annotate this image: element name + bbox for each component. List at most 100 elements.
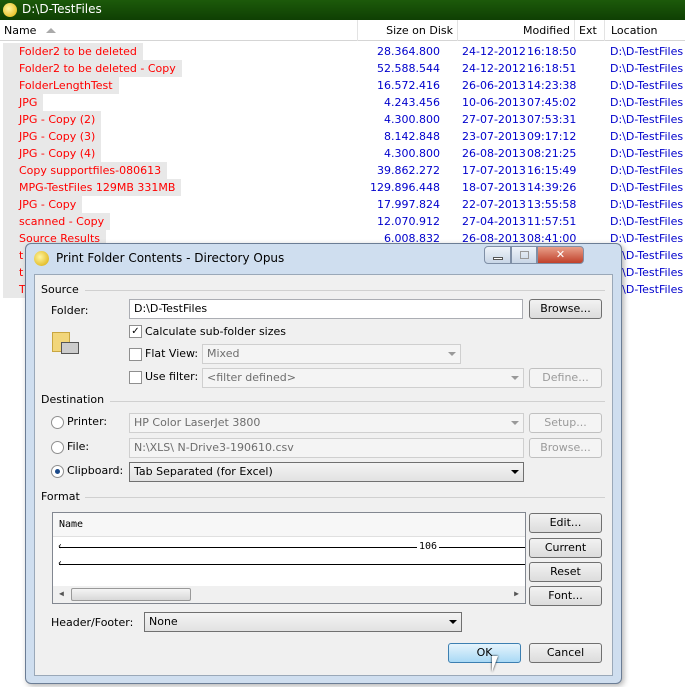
row-name: JPG - Copy (2) [3,111,102,128]
col-name[interactable]: Name [0,20,358,41]
printer-radio[interactable] [51,416,64,429]
row-date: 23-07-2013 [462,130,526,143]
table-row[interactable]: JPG - Copy (2) 4.300.800 27-07-2013 07:53:3… [0,111,685,128]
arrow-left-icon: ‹ [57,558,64,569]
minimize-button[interactable] [484,246,511,264]
col-size[interactable]: Size on Disk [358,20,458,41]
row-date: 18-07-2013 [462,181,526,194]
row-name: MPG-TestFiles 129MB 331MB [3,179,182,196]
column-width-line [59,564,525,565]
folder-app-icon [3,3,17,17]
table-row[interactable]: FolderLengthTest 16.572.416 26-06-2013 14:2… [0,77,685,94]
clipboard-format-select[interactable]: Tab Separated (for Excel) [129,462,524,482]
calc-subfolder-checkbox[interactable]: ✓ [129,325,142,338]
flat-view-label: Flat View: [145,347,199,360]
column-width-value: 106 [417,541,440,552]
chevron-down-icon [449,620,457,624]
cancel-button[interactable]: Cancel [529,643,602,663]
print-folder-dialog: Print Folder Contents - Directory Opus ✕… [25,243,622,684]
browse-folder-button[interactable]: Browse... [529,299,602,319]
calc-subfolder-label: Calculate sub-folder sizes [145,325,287,338]
folder-input[interactable]: D:\D-TestFiles [129,299,523,319]
use-filter-checkbox[interactable] [129,371,142,384]
file-radio[interactable] [51,441,64,454]
divider [110,401,605,402]
window-titlebar: D:\D-TestFiles [0,0,685,20]
row-name: FolderLengthTest [3,77,119,94]
browse-file-button[interactable]: Browse... [529,438,602,458]
filter-select[interactable]: <filter defined> [202,368,524,388]
header-footer-select[interactable]: None [144,612,462,632]
row-size: 4.300.800 [384,147,440,160]
maximize-button[interactable] [511,246,537,264]
scroll-left-icon[interactable]: ◀ [59,589,64,598]
current-button[interactable]: Current [529,538,602,558]
printer-select[interactable]: HP Color LaserJet 3800 [129,413,524,433]
row-time: 14:39:26 [527,181,577,194]
format-heading: Format [41,490,80,503]
reset-button[interactable]: Reset [529,562,602,582]
col-modified[interactable]: Modified [458,20,575,41]
row-date: 22-07-2013 [462,198,526,211]
table-row[interactable]: JPG - Copy (4) 4.300.800 26-08-2013 08:21:2… [0,145,685,162]
row-size: 4.300.800 [384,113,440,126]
table-row[interactable]: Copy supportfiles-080613 39.862.272 17-07-… [0,162,685,179]
row-date: 24-12-2012 [462,62,526,75]
row-size: 39.862.272 [377,164,440,177]
folder-label: Folder: [51,304,89,317]
dialog-title: Print Folder Contents - Directory Opus [56,251,285,265]
dialog-body: Source Folder: D:\D-TestFiles Browse... … [34,274,613,676]
scrollbar-thumb[interactable] [71,588,191,601]
row-location: D:\D-TestFiles [610,45,684,58]
format-preview[interactable]: Name ‹ 106 ‹ ◀ ▶ [52,512,526,604]
table-row[interactable]: scanned - Copy 12.070.912 27-04-2013 11:57:… [0,213,685,230]
row-location: D:\D-TestFiles [610,164,684,177]
clipboard-radio[interactable] [51,465,64,478]
printer-folder-icon [52,330,80,358]
table-row[interactable]: MPG-TestFiles 129MB 331MB 129.896.448 18-0… [0,179,685,196]
row-location: D:\D-TestFiles [610,181,684,194]
row-date: 27-04-2013 [462,215,526,228]
column-header: Name Size on Disk Modified Ext Location [0,20,685,41]
font-button[interactable]: Font... [529,586,602,606]
col-location[interactable]: Location [605,20,685,41]
row-name: scanned - Copy [3,213,111,230]
divider [85,497,605,498]
edit-button[interactable]: Edit... [529,513,602,533]
table-row[interactable]: JPG - Copy (3) 8.142.848 23-07-2013 09:17:1… [0,128,685,145]
chevron-down-icon [511,421,519,425]
printer-value: HP Color LaserJet 3800 [134,416,261,429]
row-size: 129.896.448 [370,181,440,194]
row-time: 07:45:02 [527,96,577,109]
arrow-left-icon: ‹ [57,541,64,552]
row-location: D:\D-TestFiles [610,147,684,160]
header-footer-label: Header/Footer: [51,616,134,629]
file-input[interactable]: N:\XLS\ N-Drive3-190610.csv [129,438,524,458]
table-row[interactable]: JPG 4.243.456 10-06-2013 07:45:02 D:\D-TestF… [0,94,685,111]
define-button[interactable]: Define... [529,368,602,388]
row-size: 16.572.416 [377,79,440,92]
chevron-down-icon [448,352,456,356]
col-name-label: Name [4,24,37,37]
ok-button[interactable]: OK [448,643,521,663]
flat-view-select[interactable]: Mixed [202,344,461,364]
table-row[interactable]: JPG - Copy 17.997.824 22-07-2013 13:55:58 D:… [0,196,685,213]
row-size: 52.588.544 [377,62,440,75]
clipboard-format-value: Tab Separated (for Excel) [134,465,273,478]
printer-label: Printer: [67,415,108,428]
row-name: JPG - Copy (3) [3,128,102,145]
row-location: D:\D-TestFiles [610,215,684,228]
col-ext[interactable]: Ext [575,20,605,41]
horizontal-scrollbar[interactable]: ◀ ▶ [53,586,525,603]
setup-button[interactable]: Setup... [529,413,602,433]
sort-ascending-icon [46,28,56,33]
row-name: JPG - Copy [3,196,83,213]
table-row[interactable]: Folder2 to be deleted - Copy 52.588.544 24… [0,60,685,77]
flat-view-checkbox[interactable] [129,348,142,361]
close-button[interactable]: ✕ [537,246,584,264]
row-size: 28.364.800 [377,45,440,58]
table-row[interactable]: Folder2 to be deleted 28.364.800 24-12-201… [0,43,685,60]
row-time: 11:57:51 [527,215,577,228]
row-location: D:\D-TestFiles [610,113,684,126]
scroll-right-icon[interactable]: ▶ [514,589,519,598]
